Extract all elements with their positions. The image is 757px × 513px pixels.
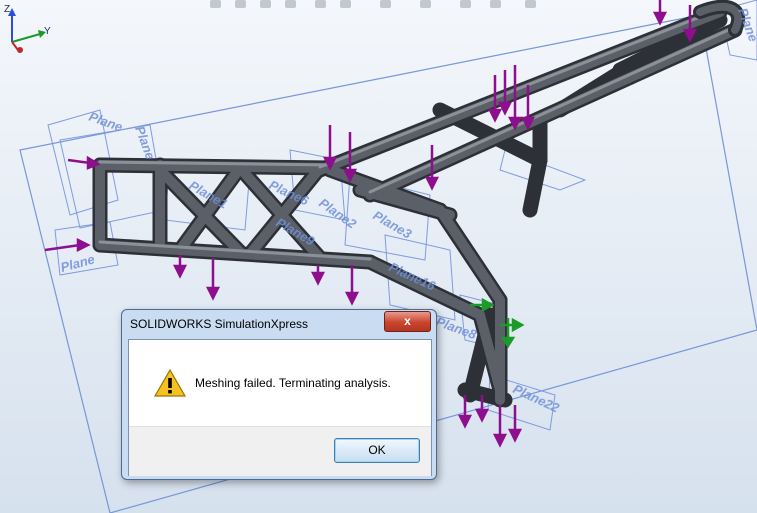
ok-button[interactable]: OK (334, 438, 420, 463)
hide-show-icon[interactable] (380, 0, 391, 8)
dialog-button-bar: OK (129, 426, 431, 476)
monitor-icon[interactable] (525, 0, 536, 8)
appearance-icon[interactable] (420, 0, 431, 8)
error-message: Meshing failed. Terminating analysis. (195, 376, 391, 390)
section-view-icon[interactable] (285, 0, 296, 8)
display-style-icon[interactable] (340, 0, 351, 8)
zoom-fit-icon[interactable] (210, 0, 221, 8)
y-axis-label: Y (44, 26, 51, 37)
z-axis-label: Z (4, 4, 10, 15)
close-button[interactable]: x (384, 311, 431, 332)
dialog-body: Meshing failed. Terminating analysis. OK (128, 339, 432, 476)
heads-up-toolbar (200, 0, 560, 10)
message-dialog: SOLIDWORKS SimulationXpress x Meshing fa… (121, 309, 437, 480)
view-settings-icon[interactable] (490, 0, 501, 8)
zoom-area-icon[interactable] (235, 0, 246, 8)
view-orientation-icon[interactable] (315, 0, 326, 8)
scene-icon[interactable] (460, 0, 471, 8)
dialog-title: SOLIDWORKS SimulationXpress (130, 317, 309, 331)
message-area: Meshing failed. Terminating analysis. (129, 340, 431, 426)
dialog-titlebar[interactable]: SOLIDWORKS SimulationXpress x (122, 310, 436, 338)
previous-view-icon[interactable] (260, 0, 271, 8)
axis-triad: Z Y (4, 4, 51, 53)
warning-icon (153, 368, 187, 397)
